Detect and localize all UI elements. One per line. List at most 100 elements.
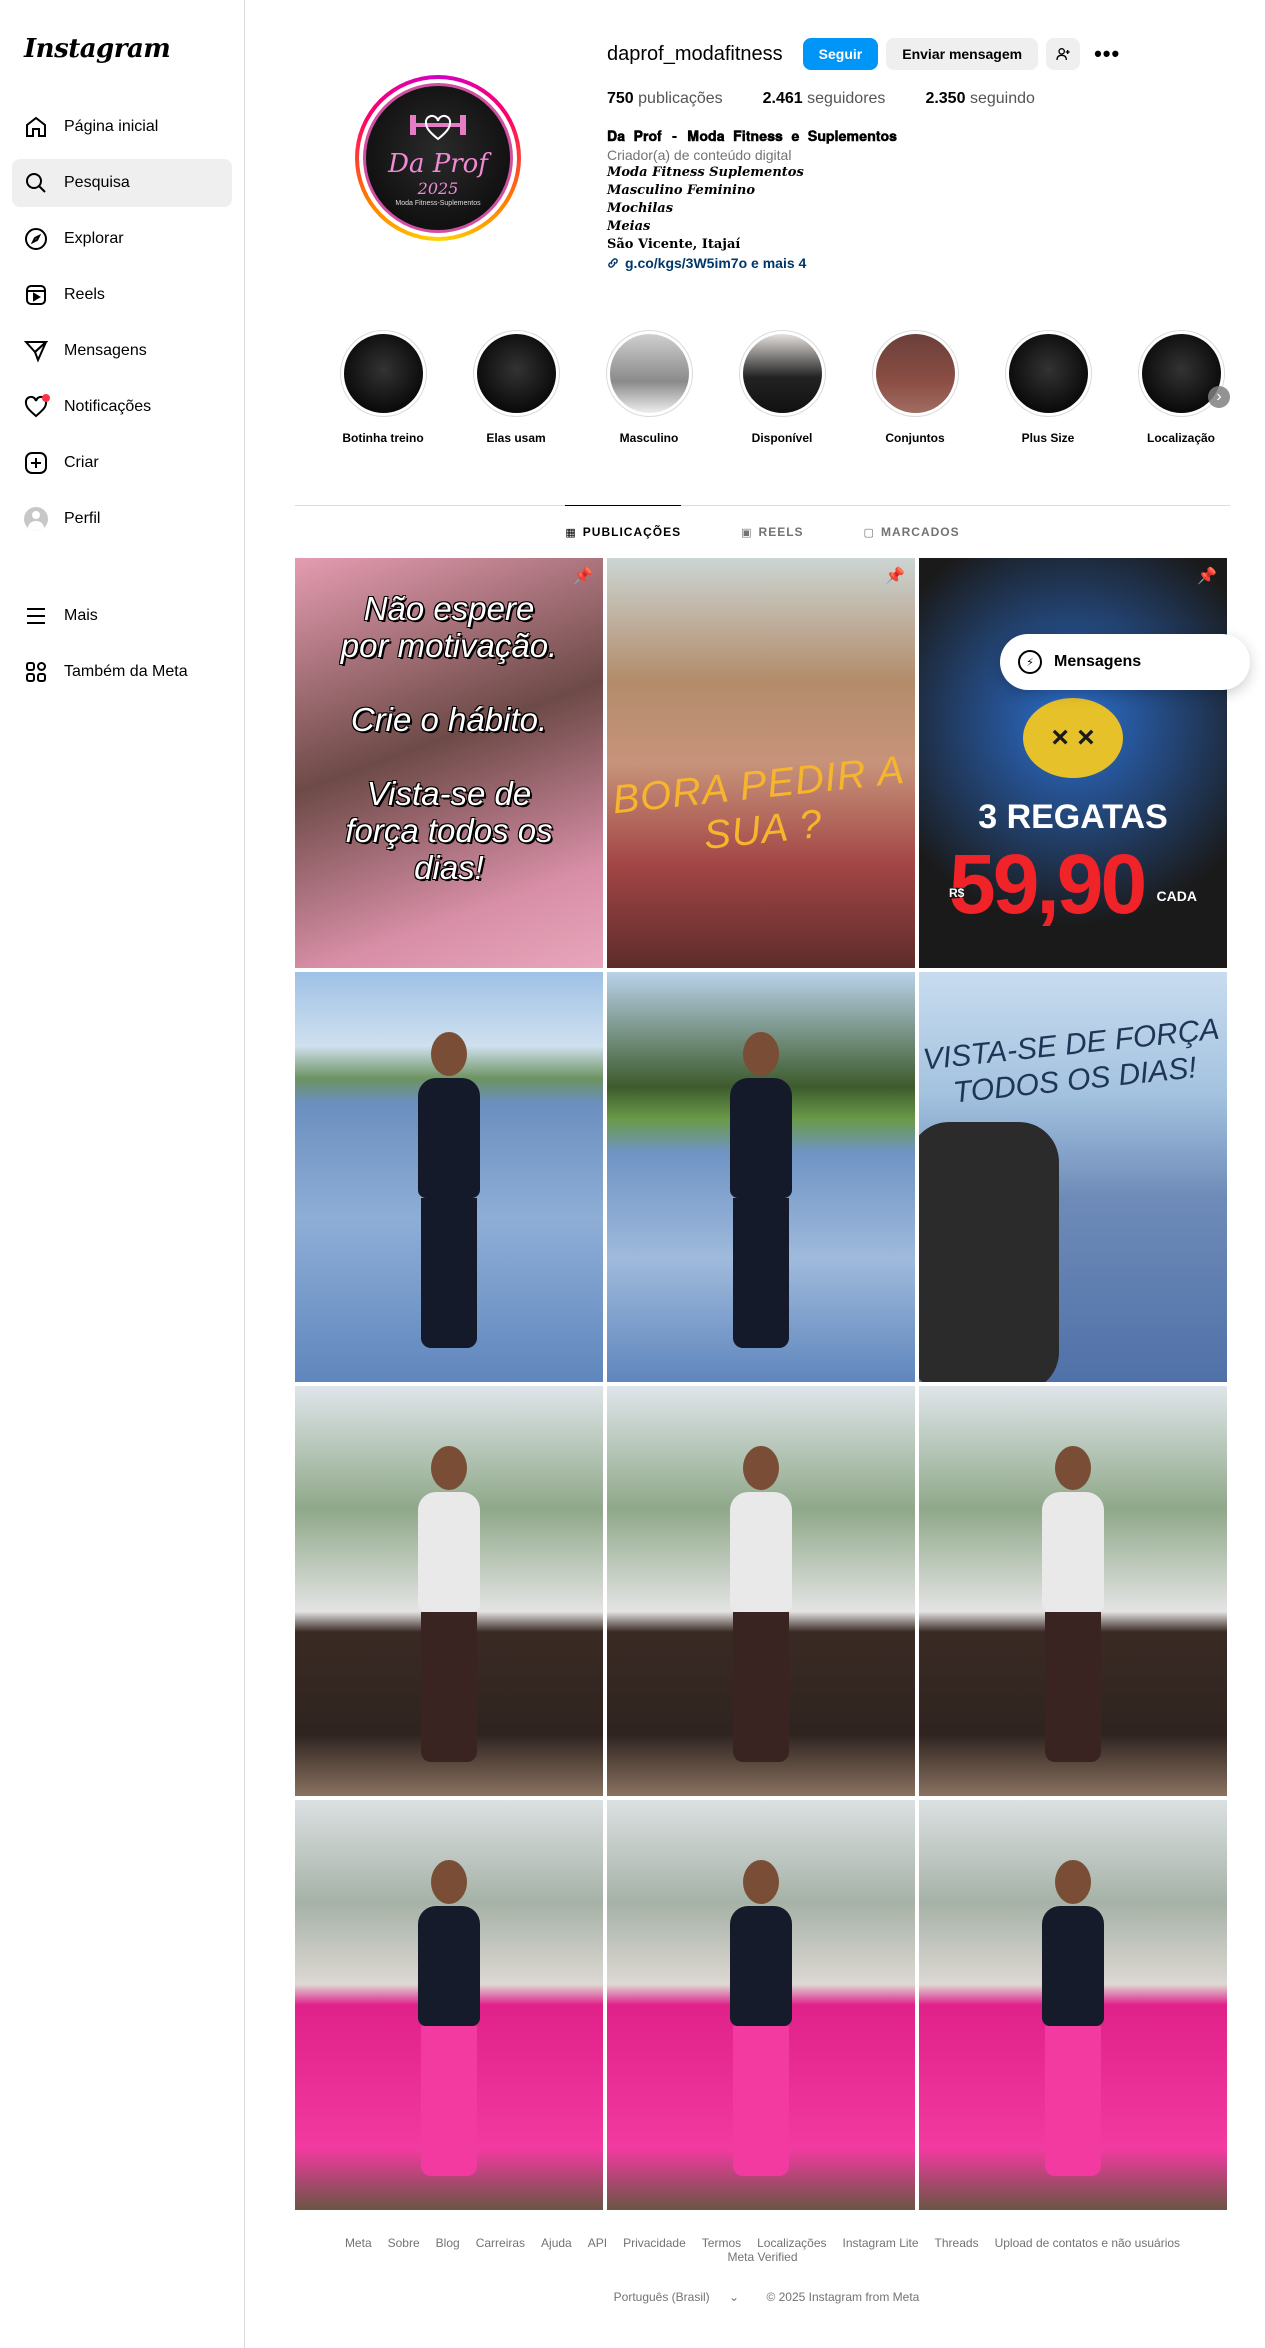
post-tile[interactable] xyxy=(295,1800,603,2210)
sidebar-item-reels[interactable]: Reels xyxy=(12,271,232,319)
messages-popup[interactable]: ⚡ Mensagens xyxy=(1000,634,1250,690)
post-tile[interactable]: VISTA-SE DE FORÇA TODOS OS DIAS! xyxy=(919,972,1227,1382)
bio-line: Masculino Feminino xyxy=(607,183,756,198)
footer-link[interactable]: Meta xyxy=(345,2236,372,2250)
post-text-line: Vista-se de xyxy=(366,775,532,812)
bio-line: Moda Fitness Suplementos xyxy=(607,165,804,180)
sidebar-item-search[interactable]: Pesquisa xyxy=(12,159,232,207)
footer-link[interactable]: Termos xyxy=(702,2236,741,2250)
post-tile[interactable] xyxy=(607,972,915,1382)
followers-label: seguidores xyxy=(807,90,886,107)
posts-count: 750 publicações xyxy=(607,90,723,108)
bio-name: 𝐃𝐚 𝐏𝐫𝐨𝐟 - 𝐌𝐨𝐝𝐚 𝐅𝐢𝐭𝐧𝐞𝐬𝐬 𝐞 𝐒𝐮𝐩𝐥𝐞𝐦𝐞𝐧𝐭𝐨𝐬 xyxy=(607,129,897,145)
sidebar-item-label: Criar xyxy=(64,454,99,471)
sidebar-item-label: Explorar xyxy=(64,230,124,247)
model-figure xyxy=(414,1860,484,2180)
suggest-accounts-button[interactable] xyxy=(1046,38,1081,70)
tab-reels[interactable]: ▣ REELS xyxy=(741,505,803,558)
profile-stats: 750 publicações 2.461 seguidores 2.350 s… xyxy=(607,90,1207,108)
sidebar-nav: Página inicial Pesquisa Explorar Reels M… xyxy=(12,103,232,551)
footer-link[interactable]: API xyxy=(588,2236,607,2250)
footer-link[interactable]: Meta Verified xyxy=(727,2250,797,2264)
sidebar-item-explore[interactable]: Explorar xyxy=(12,215,232,263)
followers-count[interactable]: 2.461 seguidores xyxy=(763,90,886,108)
footer-link[interactable]: Privacidade xyxy=(623,2236,686,2250)
notification-dot xyxy=(42,394,50,402)
footer-link[interactable]: Carreiras xyxy=(476,2236,525,2250)
sidebar-item-label: Notificações xyxy=(64,398,152,415)
highlight-ring xyxy=(605,330,693,417)
highlight-ring xyxy=(472,330,560,417)
link-icon xyxy=(608,258,618,268)
sidebar-item-notifications[interactable]: Notificações xyxy=(12,383,232,431)
profile-bio: 𝐃𝐚 𝐏𝐫𝐨𝐟 - 𝐌𝐨𝐝𝐚 𝐅𝐢𝐭𝐧𝐞𝐬𝐬 𝐞 𝐒𝐮𝐩𝐥𝐞𝐦𝐞𝐧𝐭𝐨𝐬 Cri… xyxy=(607,128,1207,272)
following-count[interactable]: 2.350 seguindo xyxy=(925,90,1034,108)
highlight-label: Localização xyxy=(1146,431,1216,445)
reels-icon: ▣ xyxy=(741,526,753,539)
highlight-item[interactable]: Masculino xyxy=(599,330,699,445)
plus-square-icon xyxy=(24,451,48,475)
footer-link[interactable]: Instagram Lite xyxy=(843,2236,919,2250)
post-tile[interactable] xyxy=(295,972,603,1382)
post-tile[interactable] xyxy=(919,1800,1227,2210)
avatar xyxy=(24,507,48,531)
post-tile[interactable] xyxy=(295,1386,603,1796)
sidebar-item-label: Mensagens xyxy=(64,342,147,359)
highlight-item[interactable]: Conjuntos xyxy=(865,330,965,445)
sidebar-item-label: Mais xyxy=(64,607,98,624)
post-tile[interactable]: 📌 BORA PEDIR A SUA ? xyxy=(607,558,915,968)
highlight-item[interactable]: Plus Size xyxy=(998,330,1098,445)
highlight-item[interactable]: Elas usam xyxy=(466,330,566,445)
language-select[interactable]: Português (Brasil) ⌄ xyxy=(606,2290,747,2304)
footer-link[interactable]: Ajuda xyxy=(541,2236,572,2250)
bio-link[interactable]: g.co/kgs/3W5im7o e mais 4 xyxy=(607,254,1207,272)
post-tile[interactable] xyxy=(919,1386,1227,1796)
highlight-cover xyxy=(742,334,822,413)
post-tile[interactable] xyxy=(607,1800,915,2210)
sidebar-item-create[interactable]: Criar xyxy=(12,439,232,487)
profile-avatar[interactable]: Da Prof 2025 Moda Fitness-Suplementos xyxy=(355,75,521,241)
profile-avatar-slot xyxy=(24,507,48,531)
sidebar-item-home[interactable]: Página inicial xyxy=(12,103,232,151)
post-tile[interactable]: 📌 Não espere por motivação. Crie o hábit… xyxy=(295,558,603,968)
home-icon xyxy=(24,115,48,139)
post-overlay-text: BORA PEDIR A SUA ? xyxy=(610,747,907,858)
tab-tagged[interactable]: ▢ MARCADOS xyxy=(864,505,960,558)
footer-link[interactable]: Blog xyxy=(436,2236,460,2250)
avatar-inner: Da Prof 2025 Moda Fitness-Suplementos xyxy=(359,79,517,237)
sidebar-item-messages[interactable]: Mensagens xyxy=(12,327,232,375)
more-options-icon[interactable]: ••• xyxy=(1094,41,1120,67)
sidebar-item-profile[interactable]: Perfil xyxy=(12,495,232,543)
post-tile[interactable]: 📌 × × 3 REGATAS 59,90 R$ CADA xyxy=(919,558,1227,968)
post-price: 59,90 xyxy=(949,837,1147,931)
highlight-item[interactable]: Botinha treino xyxy=(333,330,433,445)
post-tile[interactable] xyxy=(607,1386,915,1796)
followers-value: 2.461 xyxy=(762,90,803,107)
sidebar-item-more[interactable]: Mais xyxy=(12,592,232,640)
footer-link[interactable]: Upload de contatos e não usuários xyxy=(995,2236,1180,2250)
tab-label: MARCADOS xyxy=(880,525,960,539)
highlight-item[interactable]: Disponível xyxy=(732,330,832,445)
model-figure xyxy=(726,1032,796,1352)
bio-link-text: g.co/kgs/3W5im7o e mais 4 xyxy=(625,255,807,271)
send-message-button[interactable]: Enviar mensagem xyxy=(886,38,1039,70)
post-currency: R$ xyxy=(949,886,965,900)
footer-bottom: Português (Brasil) ⌄ © 2025 Instagram fr… xyxy=(295,2290,1230,2304)
highlight-label: Botinha treino xyxy=(342,431,424,445)
post-unit: CADA xyxy=(1156,888,1197,904)
profile-info: daprof_modafitness Seguir Enviar mensage… xyxy=(607,38,1207,272)
instagram-logo[interactable]: Instagram xyxy=(24,34,171,64)
sidebar-item-meta[interactable]: Também da Meta xyxy=(12,648,232,696)
follow-button[interactable]: Seguir xyxy=(802,38,879,70)
chevron-right-icon[interactable]: › xyxy=(1208,386,1230,408)
footer-link[interactable]: Threads xyxy=(935,2236,979,2250)
highlight-ring xyxy=(871,330,959,417)
footer-link[interactable]: Sobre xyxy=(388,2236,420,2250)
profile-header: Da Prof 2025 Moda Fitness-Suplementos da… xyxy=(295,0,1230,310)
bio-line: Meias xyxy=(607,219,651,234)
highlight-label: Conjuntos xyxy=(885,431,945,445)
tab-posts[interactable]: ▦ PUBLICAÇÕES xyxy=(565,505,682,558)
footer-link[interactable]: Localizações xyxy=(757,2236,826,2250)
post-text-line: dias! xyxy=(414,849,484,886)
compass-icon xyxy=(24,227,48,251)
